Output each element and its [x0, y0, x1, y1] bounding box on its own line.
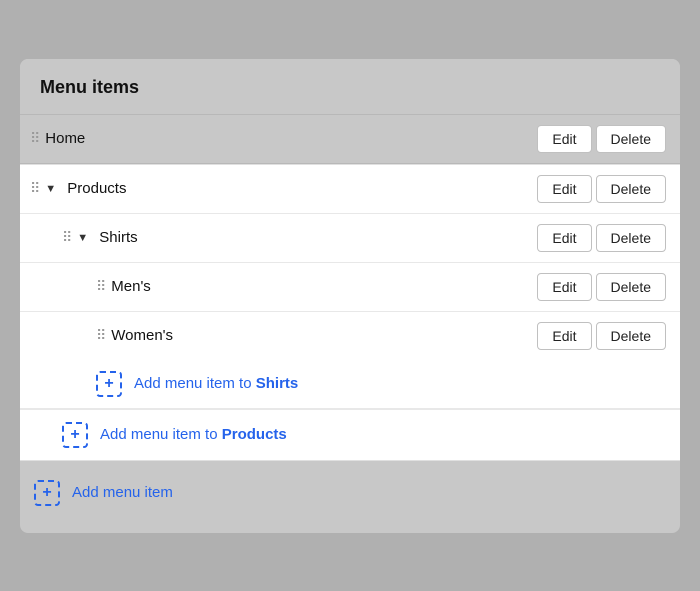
- add-to-products-row[interactable]: + Add menu item to Products: [20, 409, 680, 460]
- womens-edit-button[interactable]: Edit: [537, 322, 591, 350]
- mens-edit-button[interactable]: Edit: [537, 273, 591, 301]
- shirts-edit-button[interactable]: Edit: [537, 224, 591, 252]
- shirts-delete-button[interactable]: Delete: [596, 224, 666, 252]
- panel-title: Menu items: [40, 77, 139, 97]
- products-menu-row: ⠿ ▼ Products Edit Delete: [20, 165, 680, 214]
- womens-drag-handle[interactable]: ⠿: [96, 327, 105, 344]
- products-label: Products: [67, 180, 537, 197]
- products-btn-group: Edit Delete: [537, 175, 666, 203]
- menu-items-panel: Menu items ⠿ Home Edit Delete ⠿ ▼ Produc…: [20, 59, 680, 533]
- add-menu-item-label: Add menu item: [72, 484, 173, 501]
- home-delete-button[interactable]: Delete: [596, 125, 666, 153]
- add-to-shirts-icon: +: [96, 371, 122, 397]
- home-drag-handle[interactable]: ⠿: [30, 130, 39, 147]
- products-drag-handle[interactable]: ⠿: [30, 180, 39, 197]
- womens-label: Women's: [111, 327, 537, 344]
- home-menu-row: ⠿ Home Edit Delete: [20, 115, 680, 164]
- mens-delete-button[interactable]: Delete: [596, 273, 666, 301]
- add-to-shirts-label: Add menu item to Shirts: [134, 375, 298, 392]
- shirts-menu-row: ⠿ ▼ Shirts Edit Delete: [20, 214, 680, 263]
- add-to-shirts-row[interactable]: + Add menu item to Shirts: [20, 360, 680, 409]
- shirts-label: Shirts: [99, 229, 537, 246]
- products-edit-button[interactable]: Edit: [537, 175, 591, 203]
- mens-label: Men's: [111, 278, 537, 295]
- shirts-drag-handle[interactable]: ⠿: [62, 229, 71, 246]
- home-edit-button[interactable]: Edit: [537, 125, 591, 153]
- panel-header: Menu items: [20, 59, 680, 115]
- mens-menu-row: ⠿ Men's Edit Delete: [20, 263, 680, 312]
- add-menu-item-row[interactable]: + Add menu item: [20, 469, 680, 517]
- products-chevron-icon[interactable]: ▼: [45, 183, 59, 195]
- shirts-chevron-icon[interactable]: ▼: [77, 232, 91, 244]
- womens-delete-button[interactable]: Delete: [596, 322, 666, 350]
- womens-menu-row: ⠿ Women's Edit Delete: [20, 312, 680, 360]
- shirts-btn-group: Edit Delete: [537, 224, 666, 252]
- add-to-products-label: Add menu item to Products: [100, 426, 287, 443]
- home-label: Home: [45, 130, 537, 147]
- home-btn-group: Edit Delete: [537, 125, 666, 153]
- womens-btn-group: Edit Delete: [537, 322, 666, 350]
- add-to-products-icon: +: [62, 422, 88, 448]
- add-menu-item-icon: +: [34, 480, 60, 506]
- mens-btn-group: Edit Delete: [537, 273, 666, 301]
- products-delete-button[interactable]: Delete: [596, 175, 666, 203]
- mens-drag-handle[interactable]: ⠿: [96, 278, 105, 295]
- products-section: ⠿ ▼ Products Edit Delete ⠿ ▼ Shirts Edit…: [20, 164, 680, 461]
